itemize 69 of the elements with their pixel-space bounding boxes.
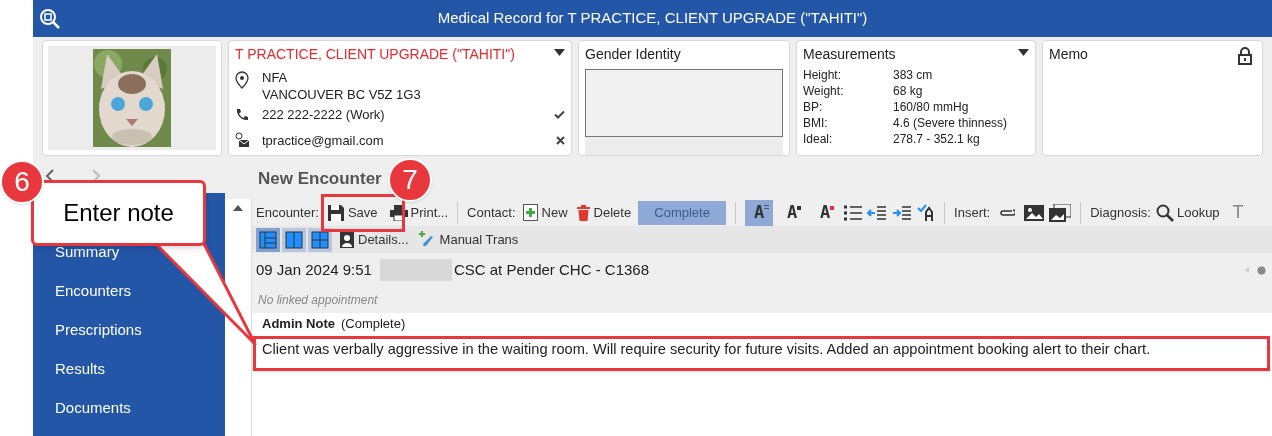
search-icon	[1155, 203, 1174, 222]
email-address: tpractice@gmail.com	[262, 131, 385, 150]
outdent-icon[interactable]	[867, 204, 888, 221]
note-type: Admin Note	[262, 316, 335, 331]
indent-icon[interactable]	[892, 204, 913, 221]
phone-icon	[235, 107, 249, 122]
layout-button[interactable]	[308, 227, 332, 252]
encounter-date: 09 Jan 2024 9:51	[256, 259, 372, 280]
card-title: Memo	[1049, 45, 1088, 64]
search-icon[interactable]	[39, 8, 61, 30]
lock-icon[interactable]	[1238, 47, 1252, 65]
encounter-location: CSC at Pender CHC - C1368	[453, 259, 651, 280]
measurement-value: 278.7 - 352.1 kg	[893, 131, 980, 147]
save-button[interactable]: Save	[323, 202, 381, 223]
client-name: T PRACTICE, CLIENT UPGRADE ("TAHITI")	[235, 45, 515, 64]
location-pin-icon	[235, 71, 249, 89]
text-format-button[interactable]: A	[778, 199, 807, 226]
window-title: Medical Record for T PRACTICE, CLIENT UPGRADE ("TAHITI")	[437, 8, 868, 29]
phone-number: 222 222-2222 (Work)	[262, 106, 386, 124]
lookup-button[interactable]: Lookup	[1155, 202, 1220, 223]
scroll-up-icon[interactable]	[233, 205, 243, 211]
measurement-label: BMI:	[803, 115, 829, 131]
bullet-list-icon[interactable]	[844, 204, 863, 221]
text-format-button[interactable]: A	[811, 199, 840, 226]
add-document-icon	[522, 204, 538, 221]
paperclip-icon[interactable]	[999, 207, 1016, 218]
text-format-button[interactable]: A	[745, 199, 774, 226]
measurement-value: 383 cm	[893, 67, 933, 83]
appointment-status: No linked appointment	[258, 292, 378, 309]
callout-text: Enter note	[63, 198, 174, 228]
measurement-label: BP:	[803, 99, 824, 115]
email-icon	[235, 132, 250, 149]
measurement-label: Ideal:	[803, 131, 834, 147]
measurement-value: 68 kg	[893, 83, 923, 99]
image-icon[interactable]	[1024, 204, 1045, 221]
toolbar-label: Contact:	[467, 203, 516, 222]
spell-check-icon[interactable]	[917, 203, 936, 222]
details-button[interactable]: Details...	[340, 229, 409, 250]
dropdown-caret-icon[interactable]	[1018, 49, 1029, 56]
delete-button[interactable]: Delete	[574, 202, 634, 223]
dropdown-caret-icon[interactable]	[554, 49, 565, 56]
note-text[interactable]: Client was verbally aggressive in the waiting room. Will require security for future visits. Added an appointment booking alert to their chart.	[262, 339, 1272, 361]
sidebar-item[interactable]: Prescriptions	[55, 319, 225, 358]
toolbar-label: Encounter:	[256, 203, 319, 222]
step-number-badge: 6	[0, 160, 44, 204]
new-button[interactable]: New	[520, 202, 570, 223]
sidebar-item[interactable]: Results	[55, 358, 225, 397]
printer-icon	[389, 204, 408, 221]
toolbar-label: Insert:	[954, 203, 991, 222]
toolbar-label: Diagnosis:	[1090, 203, 1151, 222]
trash-icon	[576, 204, 590, 221]
image-gallery-icon[interactable]	[1049, 203, 1072, 222]
manual-trans-button[interactable]: Manual Trans	[418, 229, 519, 250]
measurement-value: 4.6 (Severe thinness)	[893, 115, 1008, 131]
address-line: VANCOUVER BC V5Z 1G3	[262, 86, 421, 103]
page-title: New Encounter	[258, 168, 382, 191]
measurement-label: Weight:	[803, 83, 845, 99]
status-dot-icon	[1257, 265, 1266, 275]
gender-identity-field[interactable]	[585, 69, 783, 137]
layout-button[interactable]	[256, 227, 280, 252]
address-line: NFA	[262, 69, 289, 86]
note-status: (Complete)	[340, 316, 406, 331]
measurement-label: Height:	[803, 67, 843, 83]
layout-button[interactable]	[282, 227, 306, 252]
card-title: Measurements	[803, 45, 896, 64]
sidebar-item[interactable]: Documents	[55, 397, 225, 436]
card-title: Gender Identity	[585, 45, 682, 64]
print-button[interactable]: Print...	[389, 202, 449, 223]
measurement-value: 160/80 mmHg	[893, 99, 969, 115]
